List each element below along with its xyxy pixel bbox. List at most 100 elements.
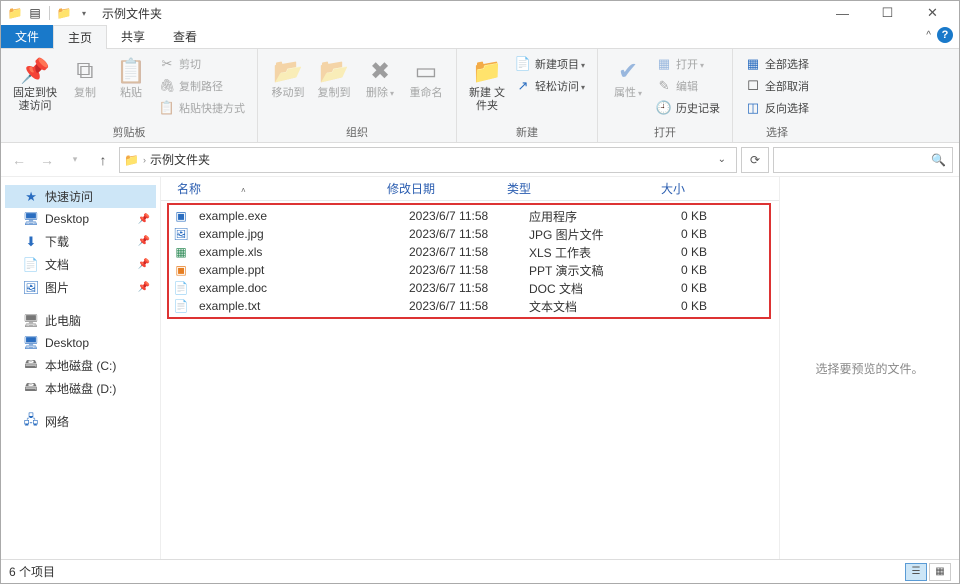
file-row[interactable]: ▣example.ppt2023/6/7 11:58PPT 演示文稿0 KB — [169, 261, 769, 279]
file-row[interactable]: 🖼example.jpg2023/6/7 11:58JPG 图片文件0 KB — [169, 225, 769, 243]
new-folder-button[interactable]: 📁新建 文件夹 — [465, 53, 509, 115]
column-headers: 名称˄ 修改日期 类型 大小 — [161, 177, 779, 201]
doc-icon: 📄 — [173, 280, 189, 296]
tab-view[interactable]: 查看 — [159, 25, 211, 48]
copy-path-button[interactable]: 🖇复制路径 — [155, 77, 249, 95]
easy-access-button[interactable]: ↗轻松访问 — [511, 77, 589, 95]
delete-button[interactable]: ✖删除 — [358, 53, 402, 102]
nav-desktop2[interactable]: 🖥Desktop — [5, 332, 156, 354]
shortcut-icon: 📋 — [159, 100, 175, 116]
file-row[interactable]: ▦example.xls2023/6/7 11:58XLS 工作表0 KB — [169, 243, 769, 261]
rename-button[interactable]: ▭重命名 — [404, 53, 448, 102]
paste-shortcut-button[interactable]: 📋粘贴快捷方式 — [155, 99, 249, 117]
move-icon: 📂 — [272, 55, 304, 87]
paste-icon: 📋 — [115, 55, 147, 87]
history-icon: 🕘 — [656, 100, 672, 116]
help-icon[interactable]: ? — [937, 27, 953, 43]
refresh-button[interactable]: ⟳ — [741, 147, 769, 173]
pictures-icon: 🖼 — [23, 280, 39, 296]
copy-to-button[interactable]: 📂复制到 — [312, 53, 356, 102]
properties-icon: ✔ — [612, 55, 644, 87]
open-button[interactable]: ▦打开 — [652, 55, 724, 73]
delete-icon: ✖ — [364, 55, 396, 87]
documents-icon: 📄 — [23, 257, 39, 273]
invert-selection-button[interactable]: ◫反向选择 — [741, 99, 813, 117]
ribbon-collapse-icon[interactable]: ^ — [926, 30, 931, 41]
up-button[interactable]: ↑ — [91, 148, 115, 172]
paste-button[interactable]: 📋 粘贴 — [109, 53, 153, 102]
nav-disk-d[interactable]: 🖴本地磁盘 (D:) — [5, 377, 156, 400]
drive-icon: 🖴 — [23, 381, 39, 397]
status-bar: 6 个项目 ☰ ▦ — [1, 559, 959, 583]
group-label-open: 打开 — [606, 122, 724, 140]
select-none-icon: ☐ — [745, 78, 761, 94]
qat-dropdown-icon[interactable]: ▾ — [76, 5, 92, 21]
edit-button[interactable]: ✎编辑 — [652, 77, 724, 95]
properties-button[interactable]: ✔属性 — [606, 53, 650, 102]
file-row[interactable]: ▣example.exe2023/6/7 11:58应用程序0 KB — [169, 207, 769, 225]
drive-icon: 🖴 — [23, 358, 39, 374]
ppt-icon: ▣ — [173, 262, 189, 278]
copy-button[interactable]: ⧉ 复制 — [63, 53, 107, 102]
breadcrumb-segment[interactable]: 示例文件夹 — [150, 151, 210, 168]
tab-file[interactable]: 文件 — [1, 25, 53, 48]
pin-label: 固定到快 速访问 — [11, 87, 59, 113]
qat-props-icon[interactable]: ▤ — [27, 5, 43, 21]
forward-button[interactable]: → — [35, 148, 59, 172]
recent-dropdown[interactable]: ▾ — [63, 148, 87, 172]
breadcrumb-sep: › — [143, 155, 146, 165]
nav-network[interactable]: 🖧网络 — [5, 410, 156, 433]
copy-icon: ⧉ — [69, 55, 101, 87]
back-button[interactable]: ← — [7, 148, 31, 172]
move-to-button[interactable]: 📂移动到 — [266, 53, 310, 102]
tab-home[interactable]: 主页 — [53, 25, 107, 49]
invert-icon: ◫ — [745, 100, 761, 116]
breadcrumb-dropdown-icon[interactable]: ⌄ — [712, 154, 732, 165]
window-title: 示例文件夹 — [102, 5, 162, 22]
select-all-button[interactable]: ▦全部选择 — [741, 55, 813, 73]
new-item-button[interactable]: 📄新建项目 — [511, 55, 589, 73]
file-row[interactable]: 📄example.txt2023/6/7 11:58文本文档0 KB — [169, 297, 769, 315]
open-icon: ▦ — [656, 56, 672, 72]
cut-button[interactable]: ✂剪切 — [155, 55, 249, 73]
group-label-new: 新建 — [465, 122, 589, 140]
nav-pictures[interactable]: 🖼图片📌 — [5, 276, 156, 299]
nav-quick-access[interactable]: ★快速访问 — [5, 185, 156, 208]
easy-access-icon: ↗ — [515, 78, 531, 94]
ribbon: 📌 固定到快 速访问 ⧉ 复制 📋 粘贴 ✂剪切 🖇复制路径 📋粘贴快捷方式 剪… — [1, 49, 959, 143]
pin-to-quick-access-button[interactable]: 📌 固定到快 速访问 — [9, 53, 61, 115]
search-input[interactable]: 🔍 — [773, 147, 953, 173]
search-icon: 🔍 — [931, 153, 946, 167]
view-details-button[interactable]: ☰ — [905, 563, 927, 581]
col-name[interactable]: 名称˄ — [171, 180, 381, 197]
tab-row: 文件 主页 共享 查看 ^ ? — [1, 25, 959, 49]
pin-icon: 📌 — [138, 259, 150, 270]
copy-to-icon: 📂 — [318, 55, 350, 87]
file-row[interactable]: 📄example.doc2023/6/7 11:58DOC 文档0 KB — [169, 279, 769, 297]
view-large-icons-button[interactable]: ▦ — [929, 563, 951, 581]
new-folder-icon: 📁 — [471, 55, 503, 87]
nav-desktop[interactable]: 🖥Desktop📌 — [5, 208, 156, 230]
navigation-pane: ★快速访问 🖥Desktop📌 ⬇下载📌 📄文档📌 🖼图片📌 🖥此电脑 🖥Des… — [1, 177, 161, 559]
history-button[interactable]: 🕘历史记录 — [652, 99, 724, 117]
breadcrumb[interactable]: 📁 › 示例文件夹 ⌄ — [119, 147, 737, 173]
ribbon-group-select: ▦全部选择 ☐全部取消 ◫反向选择 选择 — [733, 49, 821, 142]
nav-disk-c[interactable]: 🖴本地磁盘 (C:) — [5, 354, 156, 377]
tab-share[interactable]: 共享 — [107, 25, 159, 48]
col-type[interactable]: 类型 — [501, 180, 621, 197]
col-size[interactable]: 大小 — [621, 180, 691, 197]
select-none-button[interactable]: ☐全部取消 — [741, 77, 813, 95]
nav-downloads[interactable]: ⬇下载📌 — [5, 230, 156, 253]
minimize-button[interactable]: — — [820, 1, 865, 25]
star-icon: ★ — [23, 189, 39, 205]
new-item-icon: 📄 — [515, 56, 531, 72]
close-button[interactable]: ✕ — [910, 1, 955, 25]
network-icon: 🖧 — [23, 414, 39, 430]
col-date[interactable]: 修改日期 — [381, 180, 501, 197]
nav-this-pc[interactable]: 🖥此电脑 — [5, 309, 156, 332]
jpg-icon: 🖼 — [173, 226, 189, 242]
ribbon-group-clipboard: 📌 固定到快 速访问 ⧉ 复制 📋 粘贴 ✂剪切 🖇复制路径 📋粘贴快捷方式 剪… — [1, 49, 258, 142]
nav-documents[interactable]: 📄文档📌 — [5, 253, 156, 276]
maximize-button[interactable]: ☐ — [865, 1, 910, 25]
group-label-select: 选择 — [741, 122, 813, 140]
